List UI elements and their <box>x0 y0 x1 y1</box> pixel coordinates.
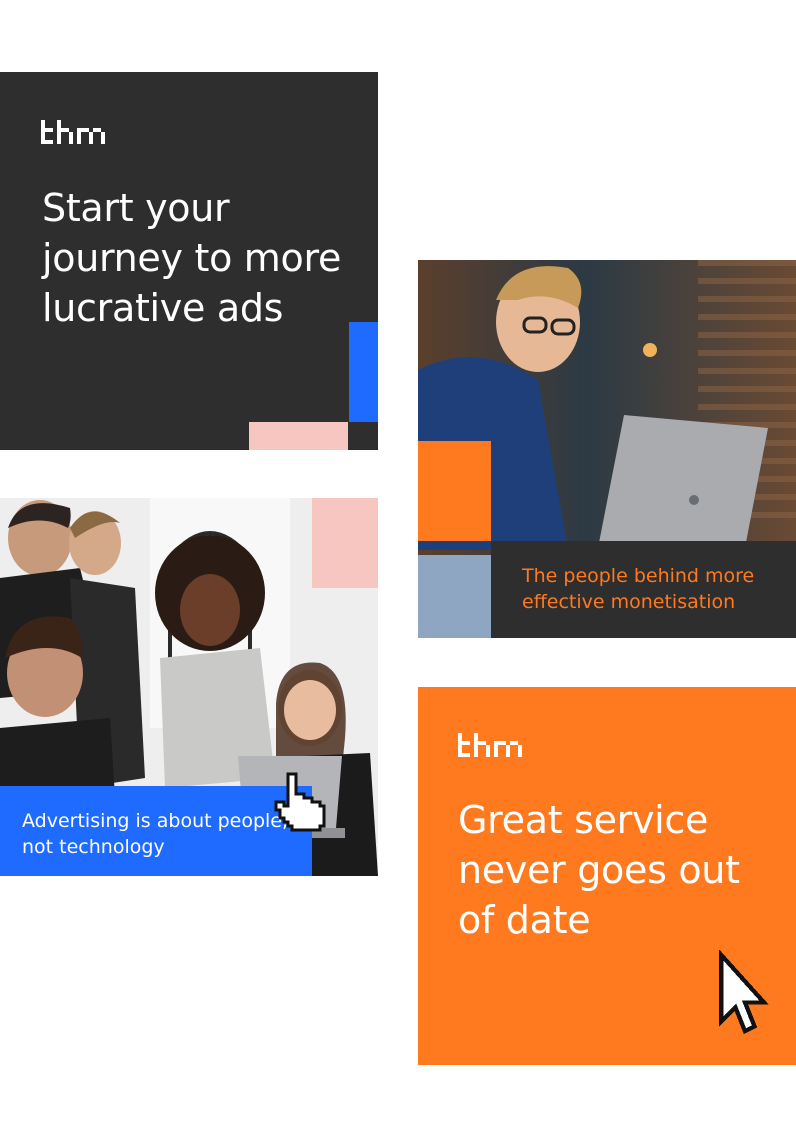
blue-accent-block <box>349 322 378 422</box>
orange-card-headline: Great service never goes out of date <box>458 798 740 942</box>
thm-logo-icon <box>41 120 105 144</box>
thm-logo-icon <box>458 733 522 757</box>
pink-accent-block <box>312 498 378 588</box>
dark-card-headline: Start your journey to more lucrative ads <box>42 186 342 330</box>
photo-man-caption: The people behind more effective monetis… <box>522 565 755 613</box>
pixel-cursor-arrow-icon <box>718 950 769 1035</box>
pink-accent-block <box>249 422 348 450</box>
orange-accent-block <box>418 441 491 541</box>
pixel-hand-pointer-icon <box>274 772 326 832</box>
photo-group-caption: Advertising is about people, not technol… <box>22 810 289 858</box>
